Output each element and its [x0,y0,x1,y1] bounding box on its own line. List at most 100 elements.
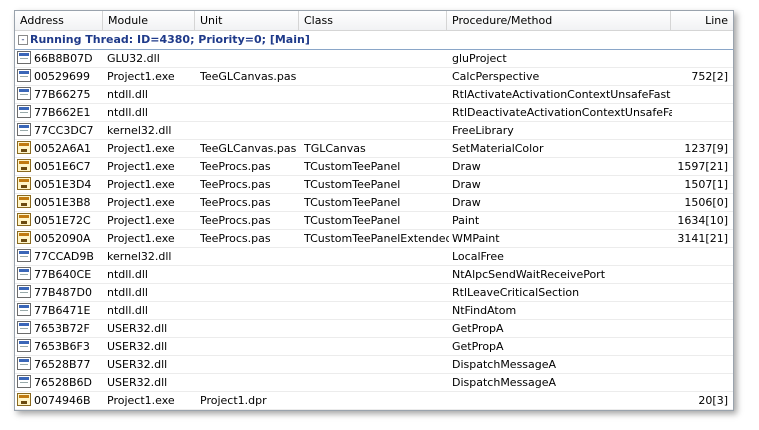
stack-frame-row[interactable]: 77CCD0E7kernel32.dll BaseThreadInitThunk [15,410,733,411]
stack-frame-row[interactable]: 0074946B Project1.exe Project1.dpr 20[3] [15,392,733,410]
frame-address: 66B8B07D [34,52,93,65]
frame-class: TCustomTeePanel [304,178,401,191]
module-icon [17,249,31,262]
frame-unit [200,302,300,319]
stack-frame-row[interactable]: 0051E6C7 Project1.exe TeeProcs.pas TCustomT… [15,158,733,176]
frame-address: 0051E72C [34,214,91,227]
icon-titlebar [19,179,29,182]
icon-body [21,401,27,404]
icon-body [21,221,27,224]
frame-class: TCustomTeePanel [304,196,401,209]
thread-group-row[interactable]: - Running Thread: ID=4380; Priority=0; [… [15,31,733,50]
stack-frame-row[interactable]: 0051E3D4 Project1.exe TeeProcs.pas TCustomT… [15,176,733,194]
icon-titlebar [19,71,29,74]
stack-frame-row[interactable]: 7653B6F3 USER32.dll GetPropA [15,338,733,356]
frame-line [672,356,728,373]
column-header-row: Address Module Unit Class Procedure/Meth… [15,11,733,31]
icon-titlebar [19,233,29,236]
stack-frame-row[interactable]: 0052090A Project1.exe TeeProcs.pas TCustomT… [15,230,733,248]
module-icon [17,357,31,370]
stack-frame-list: 66B8B07D GLU32.dll gluProject 00529699 Proje… [15,50,733,411]
source-icon [17,393,31,406]
frame-module: kernel32.dll [107,124,172,137]
frame-address: 77B487D0 [34,286,93,299]
frame-module: Project1.exe [107,394,175,407]
frame-address: 7653B72F [34,322,90,335]
frame-unit [200,122,300,139]
frame-module: ntdll.dll [107,106,148,119]
column-header-module[interactable]: Module [103,11,195,30]
frame-line [672,104,728,121]
frame-module: kernel32.dll [107,410,199,411]
icon-body [20,76,28,77]
stack-frame-row[interactable]: 77B662E1 ntdll.dll RtlDeactivateActivation… [15,104,733,122]
icon-titlebar [19,197,29,200]
frame-module: ntdll.dll [107,304,148,317]
column-header-address[interactable]: Address [15,11,103,30]
collapse-toggle-icon[interactable]: - [18,35,28,45]
stack-frame-row[interactable]: 0051E3B8 Project1.exe TeeProcs.pas TCustomT… [15,194,733,212]
frame-line [672,338,728,355]
frame-class [304,86,449,103]
source-icon [17,213,31,226]
module-icon [17,285,31,298]
column-header-line[interactable]: Line [671,11,733,30]
module-icon [17,303,31,316]
frame-address: 76528B77 [34,358,91,371]
icon-titlebar [19,53,29,56]
stack-frame-row[interactable]: 77B6471E ntdll.dll NtFindAtom [15,302,733,320]
stack-frame-row[interactable]: 00529699 Project1.exe TeeGLCanvas.pas CalcP… [15,68,733,86]
frame-procedure: NtAlpcSendWaitReceivePort [452,268,606,281]
module-icon [17,123,31,136]
stack-frame-row[interactable]: 77B640CE ntdll.dll NtAlpcSendWaitReceivePo… [15,266,733,284]
module-icon [17,105,31,118]
stack-frame-row[interactable]: 77CC3DC7 kernel32.dll FreeLibrary [15,122,733,140]
frame-class: TGLCanvas [304,142,366,155]
frame-procedure: Draw [452,160,481,173]
frame-procedure: FreeLibrary [452,124,514,137]
icon-titlebar [19,89,29,92]
source-icon [17,159,31,172]
module-icon [17,51,31,64]
stack-frame-row[interactable]: 7653B72F USER32.dll GetPropA [15,320,733,338]
frame-line [672,410,728,411]
stack-frame-row[interactable]: 0052A6A1 Project1.exe TeeGLCanvas.pas TGLCa… [15,140,733,158]
frame-line: 20[3] [698,394,728,407]
icon-body [21,203,27,206]
source-icon [17,177,31,190]
frame-class [304,374,449,391]
frame-line [672,122,728,139]
frame-module: kernel32.dll [107,250,172,263]
stack-frame-row[interactable]: 76528B6D USER32.dll DispatchMessageA [15,374,733,392]
frame-procedure: Draw [452,196,481,209]
frame-class: TCustomTeePanel [304,160,401,173]
column-header-class[interactable]: Class [299,11,447,30]
icon-titlebar [19,125,29,128]
frame-unit: TeeProcs.pas [200,160,271,173]
frame-class [304,410,449,411]
stack-frame-row[interactable]: 77B66275 ntdll.dll RtlActivateActivationCo… [15,86,733,104]
frame-module: Project1.exe [107,232,175,245]
icon-body [20,274,28,275]
frame-address: 00529699 [34,70,90,83]
frame-unit [200,320,300,337]
frame-line: 1597[21] [677,160,728,173]
frame-class [304,104,449,121]
frame-unit: TeeGLCanvas.pas [200,142,297,155]
stack-frame-row[interactable]: 0051E72C Project1.exe TeeProcs.pas TCustomT… [15,212,733,230]
frame-procedure: DispatchMessageA [452,376,557,389]
frame-class [304,338,449,355]
stack-frame-row[interactable]: 76528B77 USER32.dll DispatchMessageA [15,356,733,374]
frame-line: 1507[1] [684,178,728,191]
source-icon [17,195,31,208]
stack-frame-row[interactable]: 77CCAD9B kernel32.dll LocalFree [15,248,733,266]
source-icon [17,231,31,244]
frame-class [304,68,449,85]
stack-frame-row[interactable]: 66B8B07D GLU32.dll gluProject [15,50,733,68]
column-header-unit[interactable]: Unit [195,11,299,30]
module-icon [17,87,31,100]
icon-body [21,167,27,170]
frame-class: TCustomTeePanelExtended [304,232,449,245]
column-header-procedure[interactable]: Procedure/Method [447,11,671,30]
stack-frame-row[interactable]: 77B487D0 ntdll.dll RtlLeaveCriticalSection [15,284,733,302]
